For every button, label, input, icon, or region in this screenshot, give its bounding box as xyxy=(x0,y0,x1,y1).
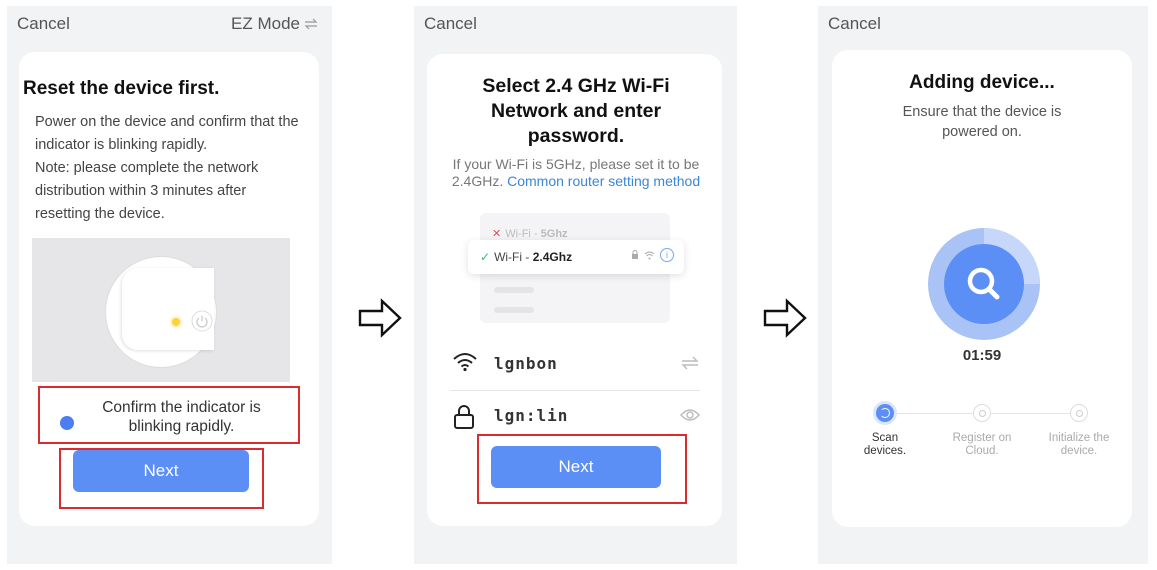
lock-icon xyxy=(454,405,474,429)
power-icon xyxy=(191,310,213,332)
step-initialize-dot xyxy=(1070,404,1088,422)
page-title: Adding device... xyxy=(909,72,1055,93)
wifi-ssid-value: lgnbon xyxy=(494,354,558,373)
wifi-placeholder-row xyxy=(494,307,534,313)
next-button[interactable]: Next xyxy=(73,450,249,492)
ez-mode-toggle[interactable]: EZ Mode xyxy=(231,14,318,34)
hint-text: If your Wi-Fi is 5GHz, please set it to … xyxy=(449,156,703,190)
wifi-password-value: lgn:lin xyxy=(494,406,569,425)
step-register-label: Register on Cloud. xyxy=(952,432,1012,457)
device-illustration xyxy=(32,238,290,382)
step-initialize-label: Initialize the device. xyxy=(1048,432,1110,457)
wifi-5g-row: ✕ Wi-Fi - 5Ghz xyxy=(492,227,568,240)
close-icon: ✕ xyxy=(492,228,502,240)
wifi-ssid-field[interactable]: lgnbon xyxy=(450,344,700,384)
indicator-light xyxy=(172,318,180,326)
scanning-progress-indicator xyxy=(928,228,1040,340)
wifi-placeholder-row xyxy=(494,287,534,293)
arrow-right-icon xyxy=(763,298,807,338)
switch-mode-icon xyxy=(304,18,318,30)
device-image xyxy=(122,268,214,350)
switch-mode-icon[interactable] xyxy=(680,356,700,370)
check-icon xyxy=(60,416,74,430)
wifi-icon xyxy=(644,251,655,259)
instructions-text: Ensure that the device is powered on. xyxy=(902,104,1062,140)
ez-mode-label: EZ Mode xyxy=(231,14,300,33)
wifi-24g-row: ✓ Wi-Fi - 2.4Ghz i xyxy=(468,240,684,274)
cancel-button[interactable]: Cancel xyxy=(828,14,881,34)
wifi-5g-band: 5Ghz xyxy=(540,228,568,240)
countdown-timer: 01:59 xyxy=(962,347,1002,364)
page-title: Select 2.4 GHz Wi-Fi Network and enter p… xyxy=(482,75,670,147)
wifi-24g-prefix: Wi-Fi - xyxy=(494,250,533,264)
step-register-dot xyxy=(973,404,991,422)
check-icon: ✓ xyxy=(480,250,491,264)
router-setting-link[interactable]: Common router setting method xyxy=(507,173,700,189)
eye-icon[interactable] xyxy=(680,408,700,422)
confirm-indicator-label: Confirm the indicator is blinking rapidl… xyxy=(102,399,261,435)
info-icon[interactable]: i xyxy=(660,248,674,262)
wifi-password-field[interactable]: lgn:lin xyxy=(450,396,700,436)
wifi-24g-band: 2.4Ghz xyxy=(532,250,573,264)
confirm-indicator-checkbox[interactable]: Confirm the indicator is blinking rapidl… xyxy=(60,398,290,436)
cancel-button[interactable]: Cancel xyxy=(17,14,70,34)
arrow-right-icon xyxy=(358,298,402,338)
wifi-24g-label: ✓ Wi-Fi - 2.4Ghz xyxy=(480,250,572,264)
field-divider xyxy=(450,390,700,391)
step-scan-label: Scan devices. xyxy=(863,432,907,457)
wifi-24g-icons: i xyxy=(631,248,674,262)
wifi-5g-prefix: Wi-Fi - xyxy=(505,228,541,240)
page-title: Reset the device first. xyxy=(23,78,220,99)
step-scan-dot xyxy=(876,404,894,422)
wifi-icon xyxy=(453,353,477,372)
cancel-button[interactable]: Cancel xyxy=(424,14,477,34)
next-button[interactable]: Next xyxy=(491,446,661,488)
instructions-text: Power on the device and confirm that the… xyxy=(35,114,299,222)
lock-icon xyxy=(632,250,638,259)
